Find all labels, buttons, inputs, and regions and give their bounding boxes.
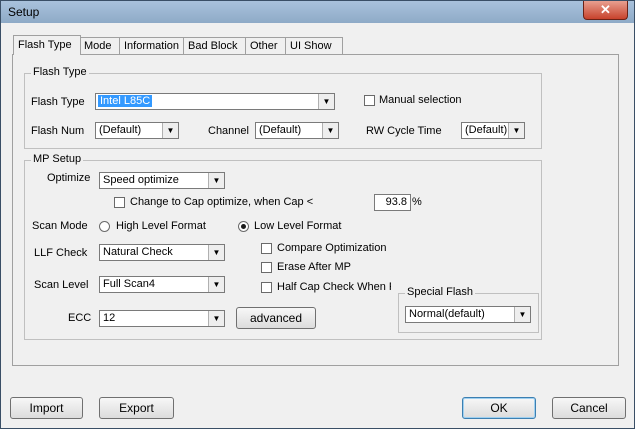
tab-flash-type[interactable]: Flash Type (13, 35, 81, 55)
ecc-select[interactable]: 12 ▼ (99, 310, 225, 327)
low-level-format-label: Low Level Format (254, 220, 342, 232)
chevron-down-icon: ▼ (208, 311, 224, 326)
flash-num-label: Flash Num (31, 125, 85, 137)
ecc-label: ECC (68, 312, 92, 324)
channel-value: (Default) (259, 124, 302, 136)
half-cap-check-label: Half Cap Check When F (277, 281, 391, 293)
window-title: Setup (8, 5, 40, 19)
close-icon: ✕ (600, 2, 611, 17)
high-level-format-radio[interactable] (99, 221, 110, 232)
chevron-down-icon: ▼ (322, 123, 338, 138)
ok-button[interactable]: OK (462, 397, 536, 419)
chevron-down-icon: ▼ (162, 123, 178, 138)
flash-type-select[interactable]: Intel L85C ▼ (95, 93, 335, 110)
compare-optimization-checkbox[interactable] (261, 243, 272, 254)
import-button[interactable]: Import (10, 397, 83, 419)
chevron-down-icon: ▼ (508, 123, 524, 138)
scan-level-value: Full Scan4 (103, 278, 155, 290)
manual-selection-checkbox[interactable] (364, 95, 375, 106)
tab-information[interactable]: Information (119, 37, 186, 54)
ecc-value: 12 (103, 312, 116, 324)
chevron-down-icon: ▼ (208, 277, 224, 292)
channel-select[interactable]: (Default) ▼ (255, 122, 339, 139)
chevron-down-icon: ▼ (318, 94, 334, 109)
mp-setup-group-title: MP Setup (31, 153, 84, 165)
advanced-button[interactable]: advanced (236, 307, 316, 329)
scan-level-label: Scan Level (34, 279, 89, 291)
flash-type-label: Flash Type (31, 96, 85, 108)
compare-optimization-label: Compare Optimization (277, 242, 387, 254)
special-flash-value: Normal(default) (409, 308, 485, 320)
special-flash-title: Special Flash (405, 286, 476, 298)
flash-type-group-title: Flash Type (31, 66, 89, 78)
cancel-button[interactable]: Cancel (552, 397, 626, 419)
title-bar[interactable]: Setup ✕ (1, 1, 634, 23)
flash-num-value: (Default) (99, 124, 142, 136)
export-button[interactable]: Export (99, 397, 174, 419)
tab-mode[interactable]: Mode (79, 37, 122, 54)
flash-type-tab-panel: Flash Type Flash Type Intel L85C ▼ Manua… (12, 54, 619, 366)
flash-num-select[interactable]: (Default) ▼ (95, 122, 179, 139)
cap-threshold-input[interactable]: 93.8 (374, 194, 411, 211)
chevron-down-icon: ▼ (208, 245, 224, 260)
erase-after-mp-checkbox[interactable] (261, 262, 272, 273)
chevron-down-icon: ▼ (514, 307, 530, 322)
cap-optimize-checkbox[interactable] (114, 197, 125, 208)
channel-label: Channel (208, 125, 249, 137)
manual-selection-label: Manual selection (379, 94, 462, 106)
erase-after-mp-label: Erase After MP (277, 261, 351, 273)
llf-check-label: LLF Check (34, 247, 88, 259)
scan-mode-label: Scan Mode (32, 220, 88, 232)
low-level-format-radio[interactable] (238, 221, 249, 232)
optimize-label: Optimize (47, 172, 91, 184)
special-flash-select[interactable]: Normal(default) ▼ (405, 306, 531, 323)
rw-cycle-label: RW Cycle Time (366, 125, 442, 137)
tab-ui-show[interactable]: UI Show (285, 37, 343, 54)
llf-check-value: Natural Check (103, 246, 173, 258)
scan-level-select[interactable]: Full Scan4 ▼ (99, 276, 225, 293)
flash-type-value: Intel L85C (98, 95, 153, 107)
tab-bad-block[interactable]: Bad Block (183, 37, 249, 54)
rw-cycle-value: (Default) (465, 124, 508, 136)
cap-optimize-label: Change to Cap optimize, when Cap < (130, 196, 314, 208)
half-cap-check-checkbox[interactable] (261, 282, 272, 293)
setup-window: Setup ✕ Flash Type Mode Information Bad … (0, 0, 635, 429)
optimize-select[interactable]: Speed optimize ▼ (99, 172, 225, 189)
rw-cycle-select[interactable]: (Default) ▼ (461, 122, 525, 139)
chevron-down-icon: ▼ (208, 173, 224, 188)
cap-unit-label: % (412, 196, 422, 208)
tab-other[interactable]: Other (245, 37, 287, 54)
llf-check-select[interactable]: Natural Check ▼ (99, 244, 225, 261)
close-button[interactable]: ✕ (583, 1, 628, 20)
high-level-format-label: High Level Format (116, 220, 206, 232)
optimize-value: Speed optimize (103, 174, 179, 186)
